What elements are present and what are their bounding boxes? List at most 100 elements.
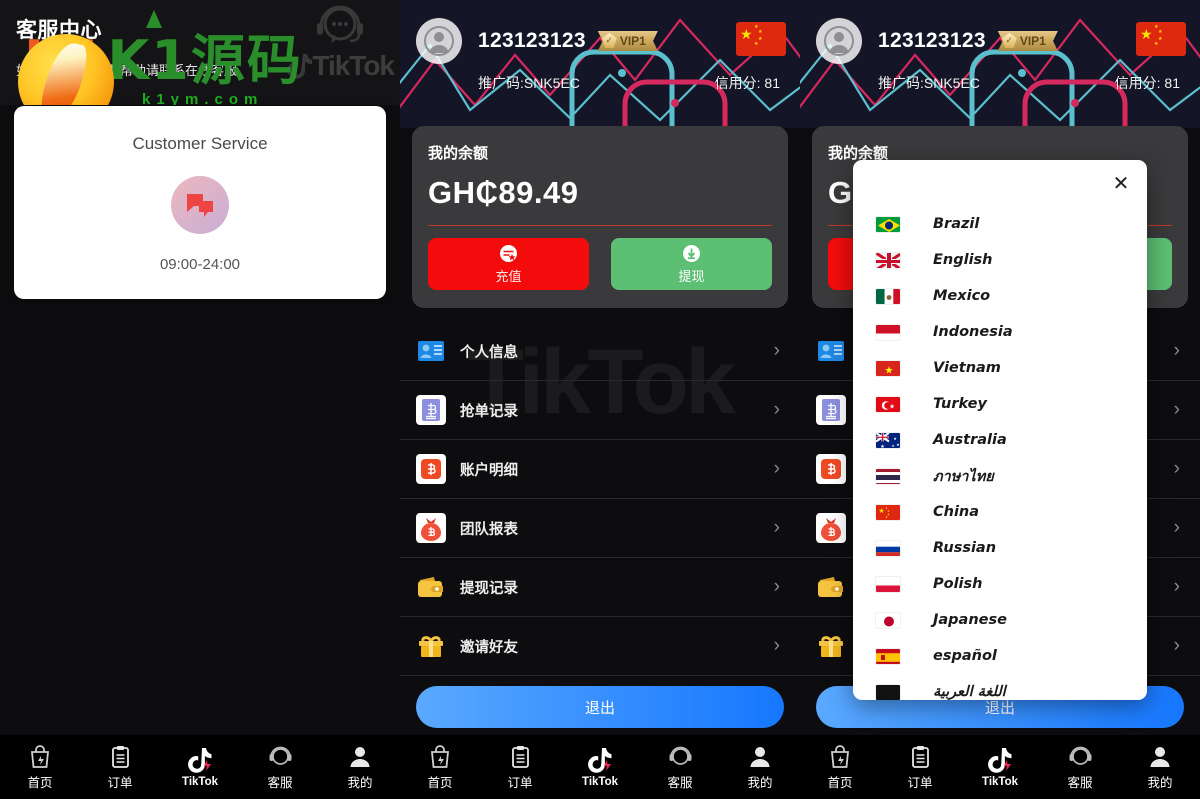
vip-gem-icon: ✓ [1001,33,1017,48]
language-option-australia[interactable]: ★ ★ ★ ★ Australia [853,422,1147,458]
panel-mine-middle: 123123123 ✓ VIP1 推广码:SNK5EC 信用分: 81 ★ ★ … [400,0,800,799]
gift-icon [816,631,846,661]
tab-mine[interactable]: 我的 [720,735,800,799]
vietnam-flag-icon: ★ [875,359,901,377]
menu-item-team-report[interactable]: 团队报表 › [400,499,800,558]
tab-support[interactable]: 客服 [1040,735,1120,799]
tiktok-note-icon [587,747,613,774]
customer-service-header: 客服中心 如果您有任何需要帮助请联系在线客服 TikTok K1K1源码 k1y… [0,0,400,105]
close-icon[interactable]: ✕ [1107,170,1135,198]
withdraw-icon [683,244,700,262]
home-bag-icon [29,743,51,770]
menu-item-account-detail[interactable]: 账户明细 › [400,440,800,499]
language-option-japanese[interactable]: Japanese [853,602,1147,638]
profile-header: 123123123 ✓ VIP1 推广码:SNK5EC 信用分: 81 ★ ★ … [800,0,1200,128]
tab-home[interactable]: 首页 [400,735,480,799]
recharge-icon [500,244,517,262]
tab-orders-label: 订单 [107,776,133,790]
headset-icon [669,743,692,770]
russia-flag-icon [875,539,901,557]
brazil-flag-icon [875,215,901,233]
svg-text:★: ★ [878,507,884,515]
china-flag-icon[interactable]: ★ ★ ★ ★ ★ [1136,22,1186,56]
language-option-turkey[interactable]: ★ Turkey [853,386,1147,422]
language-option-polish[interactable]: Polish [853,566,1147,602]
menu-label: 提现记录 [460,580,518,597]
menu-item-invite-friends[interactable]: 邀请好友 › [400,617,800,676]
tab-home[interactable]: 首页 [0,735,80,799]
svg-text:★: ★ [885,365,894,376]
chevron-right-icon: › [773,635,780,656]
home-bag-icon [429,743,451,770]
tab-tiktok[interactable]: TikTok [560,735,640,799]
menu-item-withdraw-record[interactable]: 提现记录 › [400,558,800,617]
balance-card: 我的余额 GH₵89.49 充值 提现 [412,126,788,308]
language-option-arabic[interactable]: اللغة العربية [853,674,1147,700]
language-label: ภาษาไทย [933,468,994,485]
headset-icon [269,743,292,770]
flag-star-2: ★ [1158,29,1163,35]
tab-mine[interactable]: 我的 [1120,735,1200,799]
home-bag-icon [829,743,851,770]
tab-mine[interactable]: 我的 [320,735,400,799]
app-screenshot: 客服中心 如果您有任何需要帮助请联系在线客服 TikTok K1K1源码 k1y… [0,0,1200,799]
order-record-icon [416,395,446,425]
australia-flag-icon: ★ ★ ★ ★ [875,431,901,449]
wallet-icon [416,572,446,602]
recharge-button[interactable]: 充值 [428,238,589,290]
tab-tiktok[interactable]: TikTok [960,735,1040,799]
logout-button[interactable]: 退出 [416,686,784,728]
chevron-right-icon: › [773,517,780,538]
language-label: اللغة العربية [933,684,1006,700]
tab-home[interactable]: 首页 [800,735,880,799]
chat-bubbles-glyph [187,194,213,217]
language-option-china[interactable]: ★ ★ ★ ★ ★ China [853,494,1147,530]
chevron-right-icon: › [1173,635,1180,656]
vip-gem-icon: ✓ [601,33,617,48]
chevron-right-icon: › [1173,517,1180,538]
customer-service-card[interactable]: Customer Service 09:00-24:00 [14,106,386,299]
tab-orders[interactable]: 订单 [80,735,160,799]
chat-bubbles-icon[interactable] [171,176,229,234]
vip-label: VIP1 [1019,34,1046,48]
language-option-thai[interactable]: ภาษาไทย [853,458,1147,494]
avatar[interactable] [816,18,862,64]
language-label: Turkey [933,396,987,412]
watermark-domain: k1ym.com [142,91,264,105]
tab-orders[interactable]: 订单 [880,735,960,799]
tab-tiktok[interactable]: TikTok [160,735,240,799]
language-label: Mexico [933,288,991,304]
tab-support-label: 客服 [667,776,693,790]
person-icon [349,743,371,770]
language-option-indonesia[interactable]: Indonesia [853,314,1147,350]
tab-orders-label: 订单 [507,776,533,790]
bottom-tabbar-middle: 首页 订单 TikTok 客服 我的 [400,735,800,799]
credit-score: 信用分: 81 [1114,75,1180,91]
profile-meta-row: 推广码:SNK5EC 信用分: 81 [816,73,1184,93]
language-label: Australia [933,432,1007,448]
avatar[interactable] [416,18,462,64]
customer-service-title: Customer Service [132,134,268,153]
language-option-spanish[interactable]: español [853,638,1147,674]
team-report-icon [816,513,846,543]
menu-item-order-record[interactable]: 抢单记录 › [400,381,800,440]
wallet-icon [816,572,846,602]
tab-support[interactable]: 客服 [640,735,720,799]
withdraw-button[interactable]: 提现 [611,238,772,290]
profile-identity-row: 123123123 ✓ VIP1 [416,18,784,64]
language-option-english[interactable]: English [853,242,1147,278]
chevron-right-icon: › [1173,576,1180,597]
language-label: Brazil [933,216,980,232]
china-flag-icon[interactable]: ★ ★ ★ ★ ★ [736,22,786,56]
turkey-flag-icon: ★ [875,395,901,413]
language-option-russian[interactable]: Russian [853,530,1147,566]
divider [428,225,772,226]
tab-support[interactable]: 客服 [240,735,320,799]
language-option-brazil[interactable]: Brazil [853,206,1147,242]
language-option-mexico[interactable]: Mexico [853,278,1147,314]
menu-item-personal-info[interactable]: 个人信息 › [400,322,800,381]
language-label: Vietnam [933,360,1001,376]
language-option-vietnam[interactable]: ★ Vietnam [853,350,1147,386]
tab-orders[interactable]: 订单 [480,735,560,799]
id-card-icon [416,336,446,366]
